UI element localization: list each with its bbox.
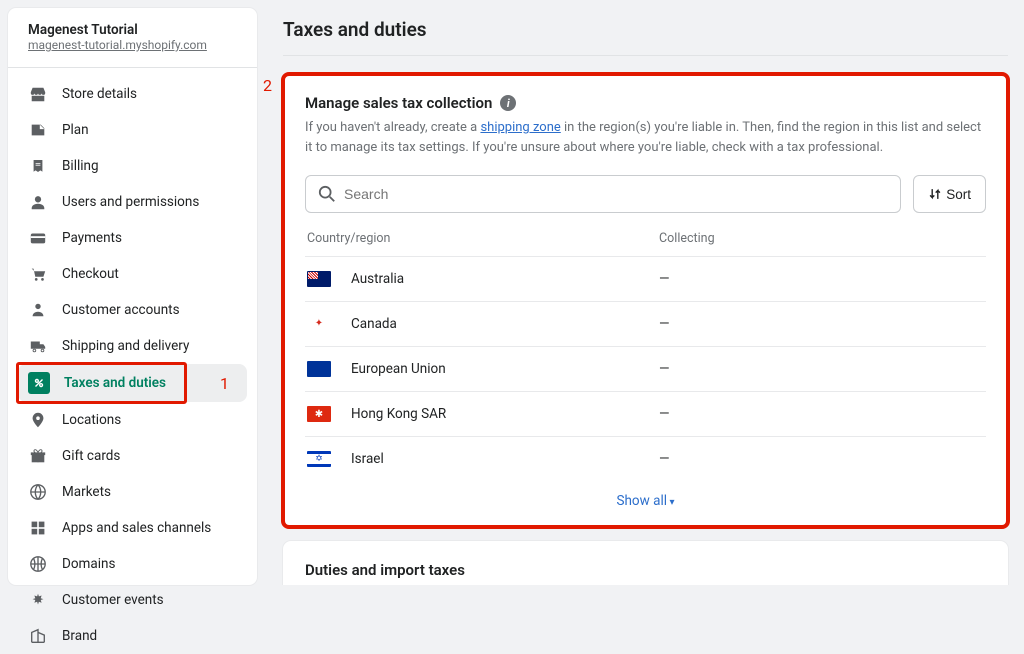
flag-hongkong-icon	[307, 406, 331, 422]
nav-label: Domains	[62, 556, 115, 572]
section-title-text: Manage sales tax collection	[305, 94, 492, 112]
nav-label: Shipping and delivery	[62, 338, 189, 354]
nav-label: Customer events	[62, 592, 164, 608]
billing-icon	[28, 156, 48, 176]
info-icon[interactable]: i	[500, 95, 516, 111]
plan-icon	[28, 120, 48, 140]
flag-canada-icon: ✦	[307, 316, 331, 332]
collecting-value: —	[659, 361, 984, 377]
nav-customer-accounts[interactable]: Customer accounts	[18, 292, 247, 328]
flag-australia-icon	[307, 271, 331, 287]
events-icon	[28, 590, 48, 610]
region-row-hk[interactable]: Hong Kong SAR —	[305, 391, 986, 436]
region-row-eu[interactable]: European Union —	[305, 346, 986, 391]
nav-gift-cards[interactable]: Gift cards	[18, 438, 247, 474]
region-name: Hong Kong SAR	[351, 406, 446, 422]
search-icon	[318, 185, 336, 203]
nav-label: Gift cards	[62, 448, 120, 464]
section-title: Manage sales tax collection i	[305, 94, 986, 112]
collecting-value: —	[659, 406, 984, 422]
region-row-israel[interactable]: Israel —	[305, 436, 986, 481]
sort-icon	[928, 187, 942, 201]
col-collecting-header: Collecting	[659, 231, 984, 246]
search-wrap[interactable]	[305, 175, 901, 213]
account-icon	[28, 300, 48, 320]
annotation-1: 1	[220, 374, 229, 393]
show-all-row: Show all	[305, 481, 986, 513]
store-header: Magenest Tutorial magenest-tutorial.mysh…	[8, 22, 257, 68]
nav-domains[interactable]: Domains	[18, 546, 247, 582]
settings-sidebar: Magenest Tutorial magenest-tutorial.mysh…	[8, 8, 257, 585]
nav-label: Plan	[62, 122, 89, 138]
section-description: If you haven't already, create a shippin…	[305, 118, 986, 157]
nav-label: Checkout	[62, 266, 119, 282]
annotation-2: 2	[263, 76, 272, 95]
nav-brand[interactable]: Brand	[18, 618, 247, 654]
nav-markets[interactable]: Markets	[18, 474, 247, 510]
sort-button[interactable]: Sort	[913, 175, 986, 213]
nav-taxes-duties[interactable]: Taxes and duties 1	[18, 364, 247, 402]
region-name: European Union	[351, 361, 446, 377]
manage-tax-card: 2 Manage sales tax collection i If you h…	[283, 74, 1008, 527]
store-url[interactable]: magenest-tutorial.myshopify.com	[28, 38, 207, 52]
divider	[283, 55, 1008, 56]
taxes-icon	[28, 372, 50, 394]
region-row-canada[interactable]: ✦ Canada —	[305, 301, 986, 346]
search-input[interactable]	[344, 186, 888, 202]
desc-part-a: If you haven't already, create a	[305, 120, 480, 135]
nav-label: Brand	[62, 628, 97, 644]
nav-label: Billing	[62, 158, 99, 174]
nav-locations[interactable]: Locations	[18, 402, 247, 438]
show-all-link[interactable]: Show all	[616, 493, 674, 509]
checkout-icon	[28, 264, 48, 284]
nav-users[interactable]: Users and permissions	[18, 184, 247, 220]
nav-label: Payments	[62, 230, 122, 246]
collecting-value: —	[659, 271, 984, 287]
region-name: Australia	[351, 271, 404, 287]
store-icon	[28, 84, 48, 104]
gift-icon	[28, 446, 48, 466]
nav-billing[interactable]: Billing	[18, 148, 247, 184]
shipping-zone-link[interactable]: shipping zone	[480, 120, 560, 135]
collecting-value: —	[659, 451, 984, 467]
page-title: Taxes and duties	[283, 18, 1008, 41]
location-icon	[28, 410, 48, 430]
users-icon	[28, 192, 48, 212]
search-sort-row: Sort	[305, 175, 986, 213]
nav-label: Taxes and duties	[64, 375, 166, 391]
collecting-value: —	[659, 316, 984, 332]
nav-apps[interactable]: Apps and sales channels	[18, 510, 247, 546]
region-name: Israel	[351, 451, 384, 467]
col-region-header: Country/region	[307, 231, 659, 246]
sort-label: Sort	[946, 187, 971, 202]
nav-plan[interactable]: Plan	[18, 112, 247, 148]
nav-store-details[interactable]: Store details	[18, 76, 247, 112]
store-name: Magenest Tutorial	[28, 22, 237, 38]
region-row-australia[interactable]: Australia —	[305, 256, 986, 301]
nav-label: Store details	[62, 86, 137, 102]
nav-label: Customer accounts	[62, 302, 180, 318]
table-header: Country/region Collecting	[305, 225, 986, 256]
duties-title: Duties and import taxes	[305, 561, 986, 579]
duties-card: Duties and import taxes	[283, 541, 1008, 585]
nav-shipping[interactable]: Shipping and delivery	[18, 328, 247, 364]
nav-label: Apps and sales channels	[62, 520, 211, 536]
flag-eu-icon	[307, 361, 331, 377]
region-name: Canada	[351, 316, 397, 332]
nav-customer-events[interactable]: Customer events	[18, 582, 247, 618]
apps-icon	[28, 518, 48, 538]
nav-payments[interactable]: Payments	[18, 220, 247, 256]
domains-icon	[28, 554, 48, 574]
flag-israel-icon	[307, 451, 331, 467]
payments-icon	[28, 228, 48, 248]
nav-label: Locations	[62, 412, 121, 428]
brand-icon	[28, 626, 48, 646]
truck-icon	[28, 336, 48, 356]
nav-label: Users and permissions	[62, 194, 199, 210]
main-content: Taxes and duties 2 Manage sales tax coll…	[257, 0, 1024, 585]
nav-label: Markets	[62, 484, 111, 500]
nav-list: Store details Plan Billing Users and per…	[8, 76, 257, 654]
globe-icon	[28, 482, 48, 502]
nav-checkout[interactable]: Checkout	[18, 256, 247, 292]
